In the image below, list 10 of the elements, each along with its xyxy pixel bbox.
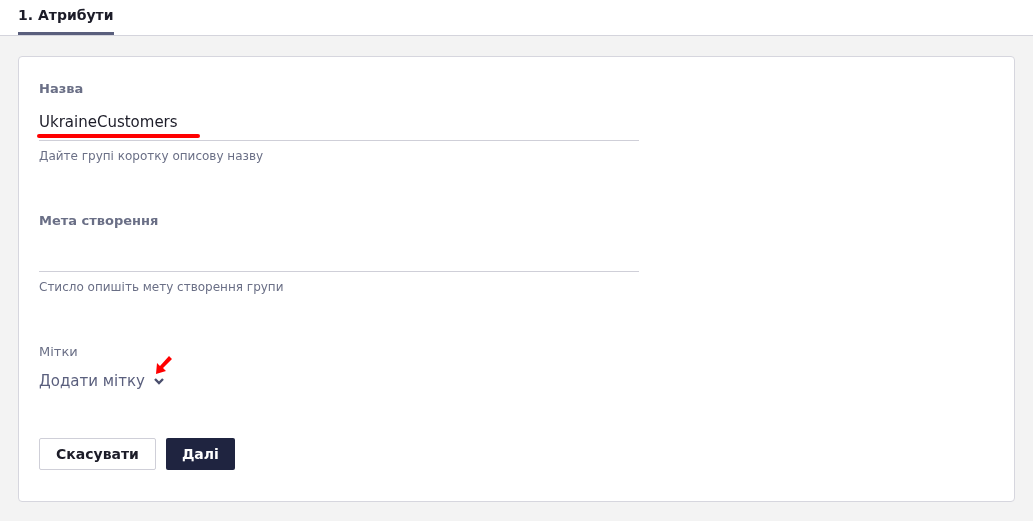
add-tag-dropdown[interactable]: Додати мітку	[39, 369, 145, 392]
field-hint: Стисло опишіть мету створення групи	[39, 279, 285, 296]
field-label: Назва	[39, 80, 85, 98]
field-label: Мета створення	[39, 211, 160, 230]
next-button[interactable]: Далі	[165, 438, 235, 470]
field-hint: Дайте групі коротку описову назву	[39, 147, 265, 165]
chevron-down-icon	[152, 376, 165, 385]
field-label: Мітки	[39, 343, 79, 361]
tab[interactable]: 1. Атрибути	[18, 5, 114, 35]
cancel-button[interactable]: Скасувати	[39, 438, 156, 470]
